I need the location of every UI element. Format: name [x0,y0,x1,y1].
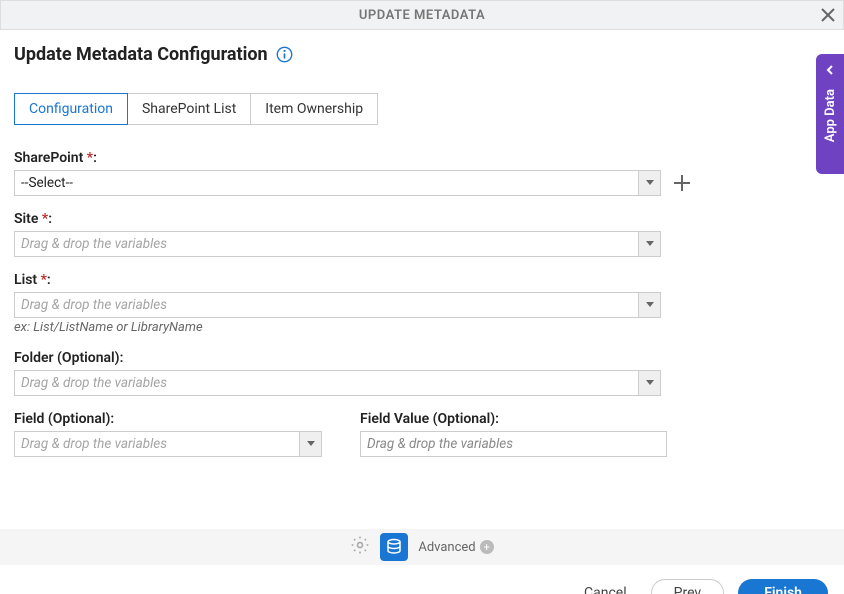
field-label: Folder (Optional): [14,350,123,366]
field-folder: Folder (Optional): Drag & drop the varia… [14,347,830,396]
chevron-down-icon[interactable] [299,432,321,456]
site-dropdown[interactable]: Drag & drop the variables [14,231,661,257]
close-icon[interactable] [821,7,835,26]
folder-dropdown[interactable]: Drag & drop the variables [14,370,661,396]
chevron-down-icon[interactable] [638,171,660,195]
database-icon[interactable] [380,533,408,561]
advanced-toolbar: Advanced + [0,529,844,565]
field-field: Field (Optional): Drag & drop the variab… [14,408,322,457]
dropdown-placeholder: Drag & drop the variables [15,432,299,456]
tab-bar: Configuration SharePoint List Item Owner… [14,93,830,125]
advanced-link[interactable]: Advanced + [418,540,493,555]
sharepoint-dropdown[interactable]: --Select-- [14,170,661,196]
tab-configuration[interactable]: Configuration [14,93,128,125]
content-pane: Update Metadata Configuration Configurat… [0,30,844,457]
heading-row: Update Metadata Configuration [14,44,830,65]
field-label: Site *: [14,211,52,227]
field-label: SharePoint *: [14,150,97,166]
list-dropdown[interactable]: Drag & drop the variables [14,292,661,318]
field-pair-row: Field (Optional): Drag & drop the variab… [14,408,830,457]
modal-title: UPDATE METADATA [359,8,485,23]
dropdown-placeholder: Drag & drop the variables [15,293,638,317]
gear-icon[interactable] [350,535,370,559]
field-field-value: Field Value (Optional): Drag & drop the … [360,408,667,457]
finish-button[interactable]: Finish [738,579,828,594]
field-dropdown[interactable]: Drag & drop the variables [14,431,322,457]
prev-button[interactable]: Prev [651,579,725,594]
footer: Cancel Prev Finish [0,565,844,594]
tab-label: SharePoint List [142,101,236,117]
app-data-label: App Data [823,89,838,142]
modal-titlebar: UPDATE METADATA [0,0,844,30]
chevron-down-icon[interactable] [638,371,660,395]
field-label: Field Value (Optional): [360,411,499,427]
chevron-down-icon[interactable] [638,293,660,317]
dropdown-placeholder: Drag & drop the variables [15,232,638,256]
dropdown-selected-value: --Select-- [15,171,638,195]
tab-sharepoint-list[interactable]: SharePoint List [128,93,250,125]
field-label: Field (Optional): [14,411,114,427]
advanced-label: Advanced [418,540,475,555]
field-label: List *: [14,272,51,288]
chevron-left-icon [825,54,835,79]
tab-label: Item Ownership [265,101,363,117]
configuration-form: SharePoint *: --Select-- Site *: Drag & … [14,147,830,457]
field-site: Site *: Drag & drop the variables [14,208,830,257]
tab-label: Configuration [29,101,113,117]
input-placeholder: Drag & drop the variables [367,436,513,452]
field-list: List *: Drag & drop the variables ex: Li… [14,269,830,335]
field-value-input[interactable]: Drag & drop the variables [360,431,667,457]
chevron-down-icon[interactable] [638,232,660,256]
field-sharepoint: SharePoint *: --Select-- [14,147,830,196]
info-icon[interactable] [276,46,293,63]
cancel-button[interactable]: Cancel [574,579,637,594]
list-helper-text: ex: List/ListName or LibraryName [14,320,830,335]
dropdown-placeholder: Drag & drop the variables [15,371,638,395]
add-sharepoint-icon[interactable] [673,174,691,192]
page-heading: Update Metadata Configuration [14,44,268,65]
expand-plus-icon: + [480,540,494,554]
app-data-pull-tab[interactable]: App Data [816,54,844,174]
tab-item-ownership[interactable]: Item Ownership [250,93,378,125]
